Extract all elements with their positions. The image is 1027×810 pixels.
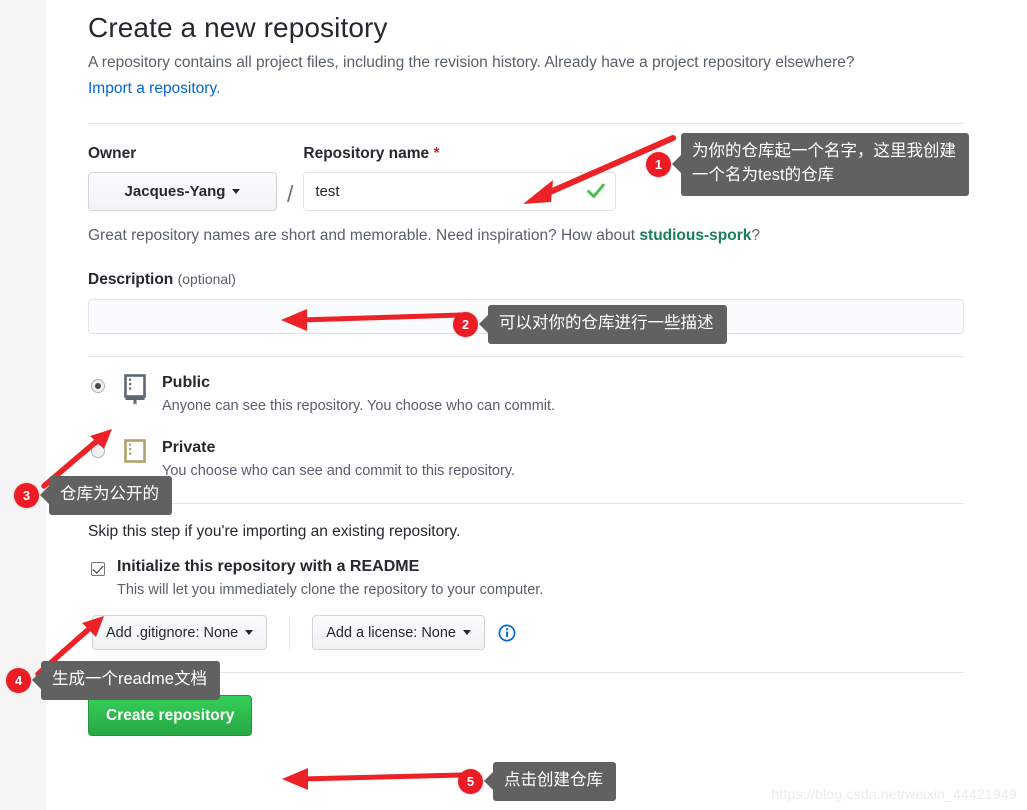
repo-name-helper: Great repository names are short and mem… (88, 227, 964, 245)
chevron-down-icon (245, 630, 254, 636)
visibility-public-text: Public Anyone can see this repository. Y… (162, 373, 555, 416)
initialize-readme-label: Initialize this repository with a README (117, 558, 420, 576)
visibility-private-text: Private You choose who can see and commi… (162, 438, 515, 481)
annotation-5: 5 点击创建仓库 (458, 762, 616, 801)
template-dropdown-row: Add .gitignore: None Add a license: None (92, 615, 964, 651)
info-circle-icon[interactable] (498, 624, 516, 642)
annotation-2-text: 可以对你的仓库进行一些描述 (488, 305, 727, 344)
description-divider (88, 356, 964, 358)
page-description: A repository contains all project files,… (88, 50, 964, 101)
gitignore-dropdown[interactable]: Add .gitignore: None (92, 615, 268, 651)
annotation-4-text: 生成一个readme文档 (41, 661, 220, 700)
annotation-1-badge: 1 (646, 151, 671, 177)
visibility-divider (88, 503, 964, 505)
repo-name-helper-prefix: Great repository names are short and mem… (88, 227, 640, 245)
license-dropdown-label: Add a license: None (326, 624, 456, 641)
required-asterisk: * (433, 145, 440, 163)
dropdown-separator (289, 616, 291, 649)
description-label: Description (optional) (88, 271, 236, 288)
skip-step-note: Skip this step if you're importing an ex… (88, 523, 461, 541)
initialize-readme-sub: This will let you immediately clone the … (117, 582, 544, 599)
chevron-down-icon (462, 630, 471, 636)
watermark: https://blog.csdn.net/weixin_44421949 (771, 786, 1017, 802)
annotation-1: 1 为你的仓库起一个名字，这里我创建 一个名为test的仓库 (646, 133, 969, 196)
annotation-4-pointer (32, 671, 41, 690)
annotation-4-badge: 4 (6, 667, 31, 693)
annotation-arrow-5 (282, 768, 465, 790)
page-description-text: A repository contains all project files,… (88, 54, 855, 71)
page-content: Create a new repository A repository con… (88, 0, 964, 737)
repo-book-icon (124, 374, 146, 406)
gitignore-dropdown-label: Add .gitignore: None (106, 624, 239, 641)
owner-select-value: Jacques-Yang (124, 183, 226, 201)
create-repository-button[interactable]: Create repository (88, 695, 253, 737)
path-separator: / (287, 181, 294, 208)
owner-block: Owner Jacques-Yang (88, 145, 277, 212)
repo-name-label-text: Repository name (303, 145, 430, 163)
chevron-down-icon (232, 189, 241, 195)
radio-public[interactable] (91, 379, 105, 394)
initialize-readme-text: Initialize this repository with a README… (117, 557, 543, 598)
description-optional-note: (optional) (177, 271, 236, 288)
annotation-5-pointer (484, 772, 493, 791)
repo-name-block: Repository name * (303, 145, 617, 212)
repo-name-helper-suffix: ? (751, 227, 760, 245)
page-title: Create a new repository (88, 12, 388, 43)
visibility-option-private[interactable]: Private You choose who can see and commi… (88, 438, 964, 481)
radio-private[interactable] (91, 444, 105, 459)
visibility-public-title: Public (162, 374, 211, 392)
import-repository-link[interactable]: Import a repository. (88, 80, 220, 97)
description-label-text: Description (88, 271, 174, 289)
license-dropdown[interactable]: Add a license: None (312, 615, 485, 651)
initialize-readme-row[interactable]: Initialize this repository with a README… (88, 557, 964, 598)
annotation-4: 4 生成一个readme文档 (6, 661, 220, 700)
visibility-private-title: Private (162, 439, 216, 457)
create-repository-page: Create a new repository A repository con… (0, 0, 1027, 810)
annotation-2-pointer (479, 315, 488, 334)
repo-name-input-wrap (303, 172, 617, 212)
visibility-private-subtitle: You choose who can see and commit to thi… (162, 463, 516, 480)
annotation-3: 3 仓库为公开的 (14, 476, 172, 515)
annotation-1-text: 为你的仓库起一个名字，这里我创建 一个名为test的仓库 (681, 133, 969, 196)
annotation-3-badge: 3 (14, 482, 39, 508)
owner-label: Owner (88, 145, 137, 163)
annotation-2: 2 可以对你的仓库进行一些描述 (453, 305, 727, 344)
visibility-public-subtitle: Anyone can see this repository. You choo… (162, 398, 556, 415)
annotation-5-text: 点击创建仓库 (493, 762, 616, 801)
owner-select-button[interactable]: Jacques-Yang (88, 172, 277, 212)
annotation-3-text: 仓库为公开的 (49, 476, 172, 515)
annotation-5-badge: 5 (458, 768, 483, 794)
repo-name-label: Repository name * (303, 145, 616, 163)
repo-name-input[interactable] (303, 172, 617, 212)
repo-name-suggestion: studious-spork (639, 227, 752, 245)
annotation-2-badge: 2 (453, 311, 478, 337)
repo-lock-icon (124, 439, 146, 463)
header-divider (88, 123, 964, 125)
annotation-3-pointer (40, 486, 49, 505)
checkbox-initialize-readme[interactable] (91, 562, 105, 577)
annotation-1-pointer (672, 155, 681, 174)
visibility-option-public[interactable]: Public Anyone can see this repository. Y… (88, 373, 964, 416)
